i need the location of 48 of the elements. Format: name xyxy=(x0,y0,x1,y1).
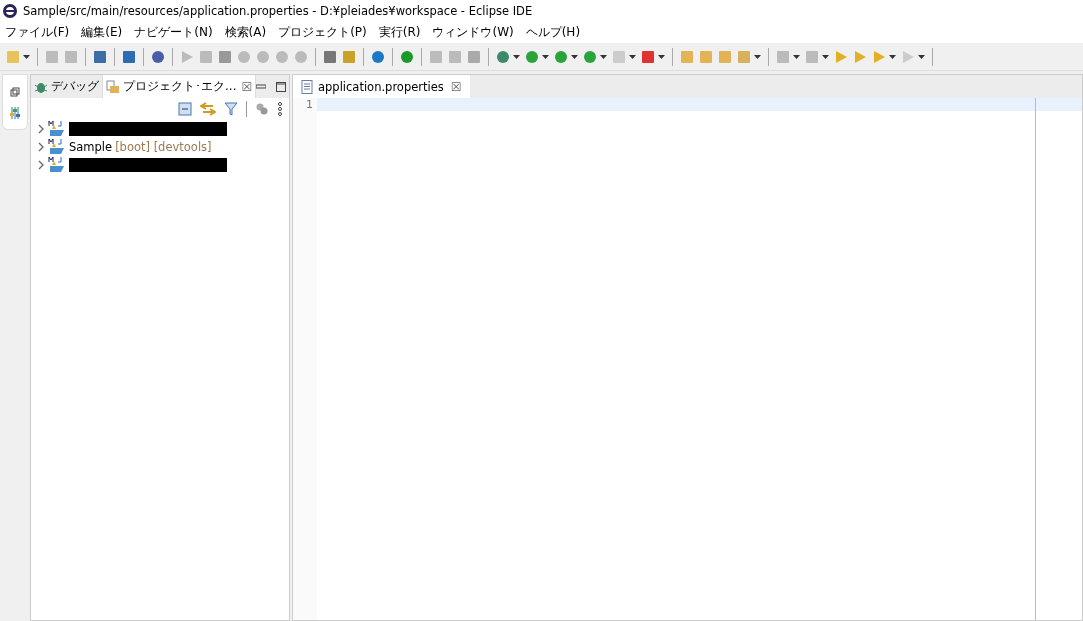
maximize-icon[interactable] xyxy=(276,81,287,92)
menu-item[interactable]: 編集(E) xyxy=(81,24,123,41)
filter-icon[interactable] xyxy=(224,102,238,116)
chevron-icon[interactable] xyxy=(37,142,45,152)
menu-item[interactable]: ナビゲート(N) xyxy=(134,24,213,41)
resume-icon[interactable] xyxy=(180,49,194,64)
menu-item[interactable]: プロジェクト(P) xyxy=(278,24,367,41)
view-menu-icon[interactable] xyxy=(277,102,283,116)
cubes-icon[interactable] xyxy=(255,102,269,116)
caret-icon[interactable] xyxy=(629,54,636,59)
caret-icon[interactable] xyxy=(513,54,520,59)
menu-item[interactable]: 実行(R) xyxy=(378,24,421,41)
caret-icon[interactable] xyxy=(918,54,925,59)
line-number: 1 xyxy=(306,98,313,111)
stop-icon[interactable] xyxy=(641,49,655,64)
close-button[interactable]: ☒ xyxy=(450,79,462,94)
caret-icon[interactable] xyxy=(658,54,665,59)
caret-icon[interactable] xyxy=(793,54,800,59)
restore-icon[interactable] xyxy=(10,87,20,97)
menu-item[interactable]: ウィンドウ(W) xyxy=(432,24,514,41)
caret-icon[interactable] xyxy=(754,54,761,59)
sliders-icon[interactable] xyxy=(9,107,21,119)
link-arrows-icon[interactable] xyxy=(200,102,216,116)
project-label[interactable]: Sample xyxy=(69,140,113,154)
editor-tab[interactable]: application.properties ☒ xyxy=(293,75,470,98)
minimize-icon[interactable] xyxy=(256,81,267,92)
project-icon xyxy=(48,120,66,138)
project-icon xyxy=(48,138,66,156)
project-decoration: [boot] [devtools] xyxy=(115,140,212,154)
caret-icon[interactable] xyxy=(23,54,30,59)
chevron-icon[interactable] xyxy=(37,124,45,134)
menu-item[interactable]: 検索(A) xyxy=(224,24,267,41)
project-icon xyxy=(48,156,66,174)
chevron-icon[interactable] xyxy=(37,160,45,170)
stop-icon[interactable] xyxy=(218,49,232,64)
right-arrow-icon[interactable] xyxy=(853,49,867,64)
caret-icon[interactable] xyxy=(542,54,549,59)
caret-icon[interactable] xyxy=(889,54,896,59)
collapse-all-icon[interactable] xyxy=(178,102,192,116)
caret-icon[interactable] xyxy=(600,54,607,59)
window-title: Sample/src/main/resources/application.properties - D:¥pleiades¥workspace - Eclipse IDE xyxy=(23,4,533,18)
text-file-icon xyxy=(301,79,313,94)
menu-item[interactable]: ファイル(F) xyxy=(5,24,70,41)
close-button[interactable]: ☒ xyxy=(241,79,253,94)
caret-icon[interactable] xyxy=(822,54,829,59)
menu-item[interactable]: ヘルプ(H) xyxy=(525,24,581,41)
view-tab[interactable]: プロジェクト･エク... ☒ xyxy=(103,75,257,98)
caret-icon[interactable] xyxy=(571,54,578,59)
